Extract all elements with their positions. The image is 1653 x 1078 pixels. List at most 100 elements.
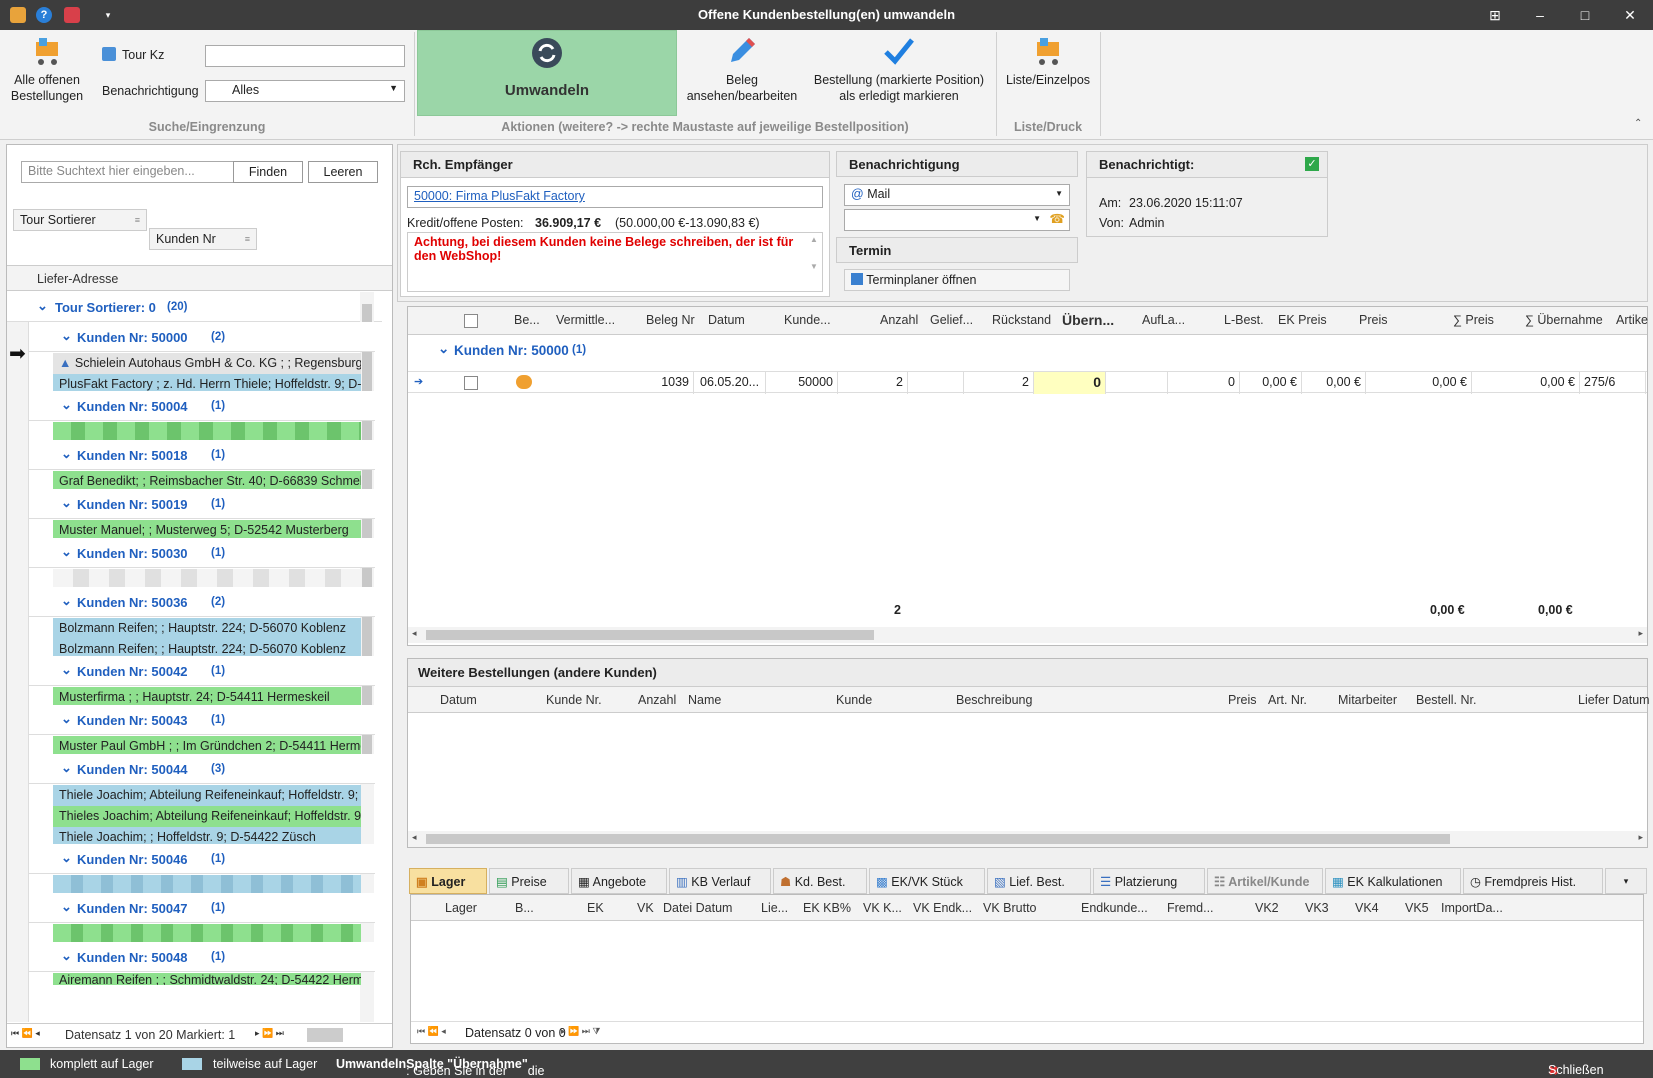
tab-preise[interactable]: ▤ Preise	[489, 868, 569, 894]
nav-first-icon[interactable]: ⏮ ⏪ ◂	[417, 1026, 446, 1037]
clear-button[interactable]: Leeren	[308, 161, 378, 183]
list-print-button[interactable]: Liste/Einzelpos	[1000, 34, 1096, 88]
col-geliefert[interactable]: Gelief...	[930, 313, 973, 327]
tab-artikel-kunde[interactable]: ☷ Artikel/Kunde	[1207, 868, 1323, 894]
lcol-vk[interactable]: VK	[637, 901, 654, 915]
lcol-import[interactable]: ImportDa...	[1441, 901, 1503, 915]
view-edit-button[interactable]: Beleg ansehen/bearbeiten	[682, 34, 802, 104]
cell-sum-preis[interactable]: 0,00 €	[1366, 372, 1472, 394]
address-column-header[interactable]: Liefer-Adresse	[7, 265, 392, 291]
cell-anzahl[interactable]: 2	[838, 372, 908, 394]
open-planner-button[interactable]: Terminplaner öffnen	[844, 269, 1070, 291]
group-50030[interactable]: ⌄ Kunden Nr: 50030 (1)	[29, 538, 375, 568]
lcol-endkunde[interactable]: Endkunde...	[1081, 901, 1148, 915]
cell-beleg[interactable]: 1039	[624, 372, 694, 394]
lcol-lie[interactable]: Lie...	[761, 901, 788, 915]
tour-kz-input[interactable]	[205, 45, 405, 67]
all-orders-button[interactable]: Alle offenen Bestellungen	[4, 34, 90, 104]
convert-button[interactable]: Umwandeln	[417, 30, 677, 116]
nav-first-icon[interactable]: ⏮ ⏪ ◂	[11, 1028, 40, 1039]
cell-auflager[interactable]	[1106, 372, 1168, 394]
nav-next-icon[interactable]: ▸ ⏩ ⏭ ⧩	[561, 1026, 600, 1037]
col-sum-preis[interactable]: ∑ Preis	[1453, 313, 1494, 327]
group-50018[interactable]: ⌄ Kunden Nr: 50018 (1)	[29, 440, 375, 470]
fcol-anzahl[interactable]: Anzahl	[638, 693, 676, 707]
group-50000[interactable]: ⌄ Kunden Nr: 50000 (2)	[29, 322, 375, 352]
notify-mode-select[interactable]: @ Mail ▼	[844, 184, 1070, 206]
further-hscroll[interactable]: ◂ ▸	[408, 831, 1647, 847]
restore-layout-icon[interactable]: ⊞	[1485, 5, 1505, 25]
col-be[interactable]: Be...	[514, 313, 540, 327]
warning-scrollbar[interactable]: ▲ ▼	[810, 235, 820, 289]
fcol-name[interactable]: Name	[688, 693, 721, 707]
tab-ek-vk-stueck[interactable]: ▩ EK/VK Stück	[869, 868, 985, 894]
tab-lager[interactable]: ▣ Lager	[409, 868, 487, 894]
list-item[interactable]: Airemann Reifen ; ; Schmidtwaldstr. 24; …	[53, 973, 361, 985]
col-beleg-nr[interactable]: Beleg Nr	[646, 313, 695, 327]
col-ek-preis[interactable]: EK Preis	[1278, 313, 1327, 327]
cell-sum-uebernahme[interactable]: 0,00 €	[1472, 372, 1580, 394]
col-uebernahme[interactable]: Übern...	[1062, 312, 1114, 328]
lcol-vk4[interactable]: VK4	[1355, 901, 1379, 915]
order-group-row[interactable]: ⌄ Kunden Nr: 50000 (1)	[434, 335, 1644, 365]
search-input[interactable]: Bitte Suchtext hier eingeben...	[21, 161, 235, 183]
group-50044[interactable]: ⌄ Kunden Nr: 50044 (3)	[29, 754, 375, 784]
close-window-button[interactable]: ✕	[1620, 5, 1640, 25]
notified-check-icon[interactable]: ✓	[1305, 157, 1319, 171]
fcol-beschreibung[interactable]: Beschreibung	[956, 693, 1032, 707]
cell-uebernahme[interactable]: 0	[1034, 372, 1106, 394]
cell-ek-preis[interactable]: 0,00 €	[1240, 372, 1302, 394]
col-rueckstand[interactable]: Rückstand	[992, 313, 1051, 327]
cell-rueckstand[interactable]: 2	[964, 372, 1034, 394]
notification-select[interactable]: Alles ▼	[205, 80, 405, 102]
lcol-vk5[interactable]: VK5	[1405, 901, 1429, 915]
cell-datum[interactable]: 06.05.20...	[696, 372, 766, 394]
lcol-datei-datum[interactable]: Datei Datum	[663, 901, 732, 915]
col-vermittler[interactable]: Vermittle...	[556, 313, 615, 327]
group-50036[interactable]: ⌄ Kunden Nr: 50036 (2)	[29, 587, 375, 617]
nav-next-icon[interactable]: ▸ ⏩ ⏭	[255, 1028, 284, 1039]
group-50047[interactable]: ⌄ Kunden Nr: 50047 (1)	[29, 893, 375, 923]
group-50042[interactable]: ⌄ Kunden Nr: 50042 (1)	[29, 656, 375, 686]
list-item[interactable]: Bolzmann Reifen; ; Hauptstr. 224; D-5607…	[53, 618, 361, 639]
list-item[interactable]: Thieles Joachim; Abteilung Reifeneinkauf…	[53, 806, 361, 827]
tour-group-row[interactable]: ⌄ Tour Sortierer: 0 (20)	[7, 292, 382, 322]
tab-angebote[interactable]: ▦ Angebote	[571, 868, 667, 894]
warning-box[interactable]: Achtung, bei diesem Kunden keine Belege …	[407, 232, 823, 292]
lcol-vk-brutto[interactable]: VK Brutto	[983, 901, 1037, 915]
tab-lief-best[interactable]: ▧ Lief. Best.	[987, 868, 1091, 894]
col-auflager[interactable]: AufLa...	[1142, 313, 1185, 327]
order-hscroll-thumb[interactable]	[426, 630, 874, 640]
list-item[interactable]: Thiele Joachim; Abteilung Reifeneinkauf;…	[53, 785, 361, 806]
cell-preis[interactable]: 0,00 €	[1302, 372, 1366, 394]
fcol-kunde[interactable]: Kunde	[836, 693, 872, 707]
mark-done-button[interactable]: Bestellung (markierte Position) als erle…	[808, 34, 990, 104]
fcol-kunde-nr[interactable]: Kunde Nr.	[546, 693, 602, 707]
tab-kb-verlauf[interactable]: ▥ KB Verlauf	[669, 868, 771, 894]
sort-tour-chip[interactable]: Tour Sortierer ≡	[13, 209, 147, 231]
maximize-button[interactable]: □	[1575, 5, 1595, 25]
group-50046[interactable]: ⌄ Kunden Nr: 50046 (1)	[29, 844, 375, 874]
lcol-fremd[interactable]: Fremd...	[1167, 901, 1214, 915]
minimize-button[interactable]: –	[1530, 5, 1550, 25]
fcol-art-nr[interactable]: Art. Nr.	[1268, 693, 1307, 707]
lcol-ek[interactable]: EK	[587, 901, 604, 915]
fcol-preis[interactable]: Preis	[1228, 693, 1256, 707]
fcol-mitarbeiter[interactable]: Mitarbeiter	[1338, 693, 1397, 707]
group-50048[interactable]: ⌄ Kunden Nr: 50048 (1)	[29, 942, 375, 972]
row-checkbox[interactable]	[464, 376, 478, 390]
fcol-bestell-nr[interactable]: Bestell. Nr.	[1416, 693, 1476, 707]
cell-geliefert[interactable]	[908, 372, 964, 394]
tabs-overflow-button[interactable]: ▾	[1605, 868, 1647, 894]
tab-platzierung[interactable]: ☰ Platzierung	[1093, 868, 1205, 894]
col-datum[interactable]: Datum	[708, 313, 745, 327]
col-anzahl[interactable]: Anzahl	[880, 313, 918, 327]
col-lbest[interactable]: L-Best.	[1224, 313, 1264, 327]
notify-template-select[interactable]: ▼ ☎	[844, 209, 1070, 231]
lcol-b[interactable]: B...	[515, 901, 534, 915]
order-hscroll[interactable]: ◂ ▸	[408, 627, 1647, 643]
tab-fremdpreis-hist[interactable]: ◷ Fremdpreis Hist.	[1463, 868, 1603, 894]
lcol-vk3[interactable]: VK3	[1305, 901, 1329, 915]
cell-artikel[interactable]: 275/6	[1580, 372, 1646, 394]
tab-ek-kalkulationen[interactable]: ▦ EK Kalkulationen	[1325, 868, 1461, 894]
